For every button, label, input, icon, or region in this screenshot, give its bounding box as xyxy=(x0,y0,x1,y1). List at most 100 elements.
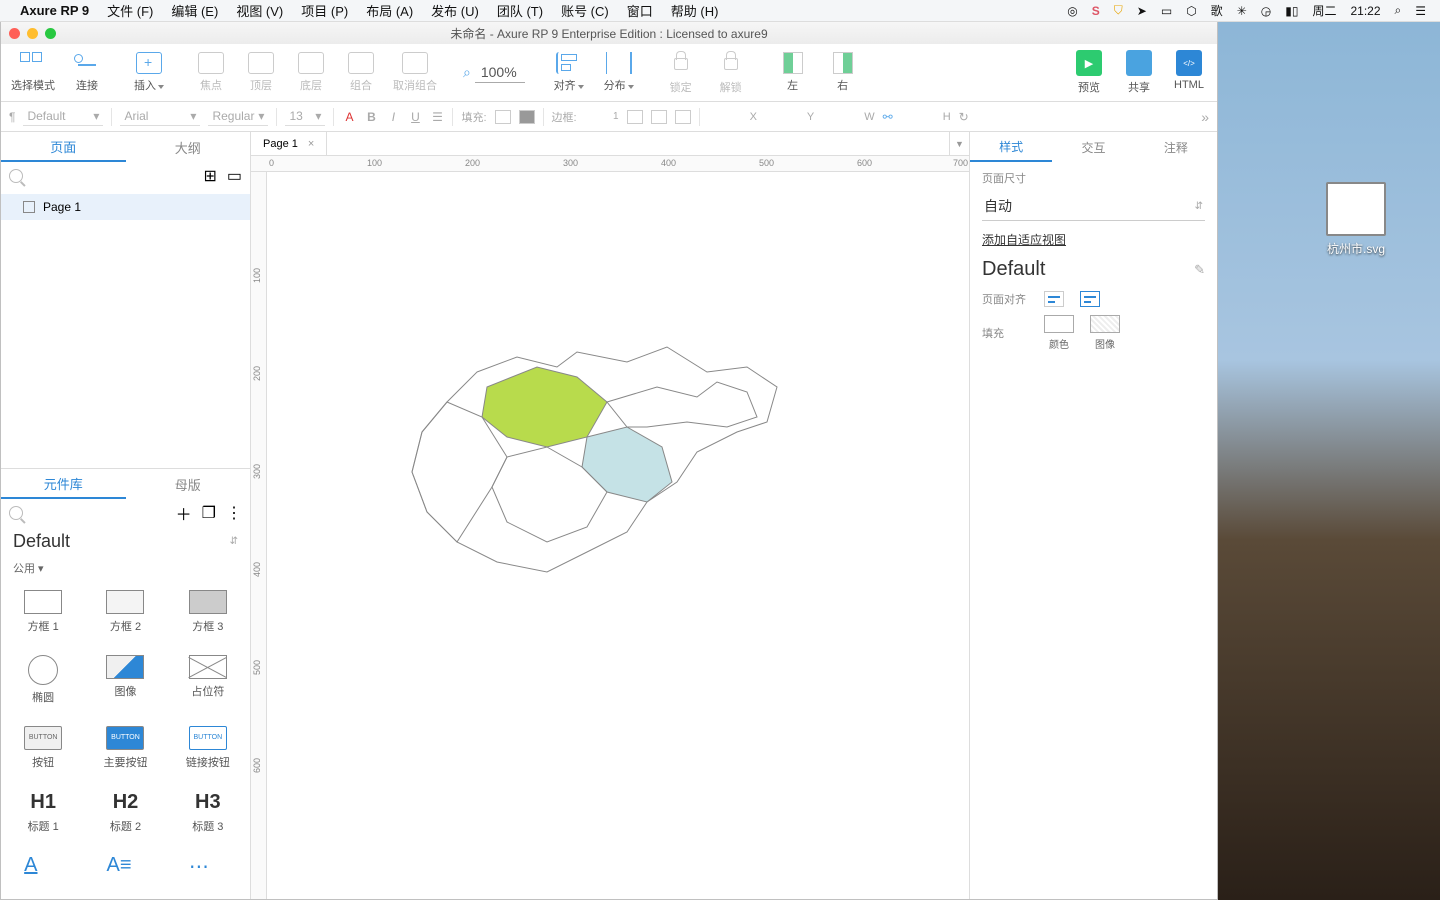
tab-interactions[interactable]: 交互 xyxy=(1052,132,1134,162)
text-color-icon[interactable]: A xyxy=(342,110,356,124)
lib-item-text3[interactable]: ⋯ xyxy=(170,850,246,893)
lib-item-image[interactable]: 图像 xyxy=(87,651,163,716)
list-icon[interactable]: ☰ xyxy=(430,110,444,124)
border-style1-icon[interactable] xyxy=(627,110,643,124)
align-right-button[interactable]: 右 xyxy=(825,52,861,93)
clock-time[interactable]: 21:22 xyxy=(1350,4,1380,18)
lib-item-box1[interactable]: 方框 1 xyxy=(5,586,81,645)
border-style2-icon[interactable] xyxy=(651,110,667,124)
menu-icon[interactable]: ☰ xyxy=(1415,4,1426,18)
clock-day[interactable]: 周二 xyxy=(1312,2,1336,19)
menu-help[interactable]: 帮助 (H) xyxy=(671,1,719,20)
fill-none-icon[interactable] xyxy=(495,110,511,124)
lib-category[interactable]: 公用 ▾ xyxy=(1,556,250,580)
fill-image-swatch[interactable] xyxy=(1090,315,1120,333)
align-button[interactable]: 对齐 xyxy=(551,52,587,93)
menu-view[interactable]: 视图 (V) xyxy=(236,1,283,20)
map-svg-shape[interactable] xyxy=(397,332,787,592)
lib-item-text2[interactable]: A≡ xyxy=(87,850,163,893)
add-lib-icon[interactable]: ＋ xyxy=(176,501,192,525)
tab-master[interactable]: 母版 xyxy=(126,469,251,499)
battery-icon[interactable]: ▮▯ xyxy=(1285,4,1298,18)
italic-icon[interactable]: I xyxy=(386,110,400,124)
lib-item-box3[interactable]: 方框 3 xyxy=(170,586,246,645)
paragraph-icon[interactable]: ¶ xyxy=(9,110,15,124)
fill-color-icon[interactable] xyxy=(519,110,535,124)
align-center-option[interactable] xyxy=(1080,291,1100,307)
lib-item-button[interactable]: BUTTON按钮 xyxy=(5,722,81,781)
tab-notes[interactable]: 注释 xyxy=(1135,132,1217,162)
search-icon[interactable] xyxy=(9,169,23,183)
connect-button[interactable]: 连接 xyxy=(69,52,105,93)
dup-lib-icon[interactable]: ❐ xyxy=(202,503,216,523)
shield-icon[interactable]: ◎ xyxy=(1067,4,1077,18)
menu-window[interactable]: 窗口 xyxy=(627,1,653,20)
align-left-option[interactable] xyxy=(1044,291,1064,307)
window-titlebar[interactable]: 未命名 - Axure RP 9 Enterprise Edition : Li… xyxy=(1,22,1217,44)
lib-item-h2[interactable]: H2标题 2 xyxy=(87,787,163,845)
menu-project[interactable]: 项目 (P) xyxy=(301,1,348,20)
fill-color-swatch[interactable] xyxy=(1044,315,1074,333)
s-icon[interactable]: S xyxy=(1092,4,1100,18)
lib-item-box2[interactable]: 方框 2 xyxy=(87,586,163,645)
html-button[interactable]: </>HTML xyxy=(1171,50,1207,95)
edit-style-icon[interactable]: ✎ xyxy=(1194,262,1205,278)
menu-edit[interactable]: 编辑 (E) xyxy=(171,1,218,20)
underline-icon[interactable]: U xyxy=(408,110,422,124)
page-size-select[interactable]: 自动⇵ xyxy=(982,192,1205,221)
tab-outline[interactable]: 大纲 xyxy=(126,132,251,162)
lib-item-ellipse[interactable]: 椭圆 xyxy=(5,651,81,716)
menu-file[interactable]: 文件 (F) xyxy=(107,1,153,20)
lib-menu-icon[interactable]: ⋮ xyxy=(226,503,242,523)
lib-item-h1[interactable]: H1标题 1 xyxy=(5,787,81,845)
link-wh-icon[interactable]: ⚯ xyxy=(883,110,893,124)
search-icon[interactable] xyxy=(9,506,23,520)
document-tab[interactable]: Page 1× xyxy=(251,132,327,155)
badge-icon[interactable]: ⛉ xyxy=(1114,3,1123,18)
canvas-page[interactable] xyxy=(267,172,969,899)
more-props-icon[interactable]: » xyxy=(1201,109,1209,125)
font-select[interactable]: Arial▾ xyxy=(120,107,200,126)
insert-button[interactable]: 插入 xyxy=(131,52,167,93)
spotlight-icon[interactable]: ⌕ xyxy=(1395,3,1402,18)
add-page-icon[interactable]: ⊞ xyxy=(203,166,216,186)
lib-item-primary-button[interactable]: BUTTON主要按钮 xyxy=(87,722,163,781)
share-button[interactable]: 共享 xyxy=(1121,50,1157,95)
tabs-dropdown-icon[interactable]: ▼ xyxy=(949,132,969,155)
vertical-ruler[interactable]: 100 200 300 400 500 600 xyxy=(251,172,267,899)
select-mode-button[interactable]: 选择模式 xyxy=(11,52,55,93)
adaptive-link[interactable]: 添加自适应视图 xyxy=(982,231,1066,248)
lib-item-h3[interactable]: H3标题 3 xyxy=(170,787,246,845)
size-select[interactable]: 13▾ xyxy=(285,107,325,126)
app-name[interactable]: Axure RP 9 xyxy=(20,3,89,18)
menu-publish[interactable]: 发布 (U) xyxy=(431,1,479,20)
border-style3-icon[interactable] xyxy=(675,110,691,124)
ime-icon[interactable]: 歌 xyxy=(1211,2,1223,19)
tab-style[interactable]: 样式 xyxy=(970,132,1052,162)
lib-item-link-button[interactable]: BUTTON链接按钮 xyxy=(170,722,246,781)
zoom-control[interactable]: ⌕ 100% xyxy=(463,62,525,83)
wifi-icon[interactable]: ◶ xyxy=(1261,4,1271,18)
tab-pages[interactable]: 页面 xyxy=(1,132,126,162)
rotate-icon[interactable]: ↻ xyxy=(959,110,969,124)
folder-icon[interactable]: ▭ xyxy=(227,166,242,186)
preview-button[interactable]: ▶预览 xyxy=(1071,50,1107,95)
hex-icon[interactable]: ⬡ xyxy=(1186,4,1196,18)
align-left-button[interactable]: 左 xyxy=(775,52,811,93)
tab-library[interactable]: 元件库 xyxy=(1,469,126,499)
menu-team[interactable]: 团队 (T) xyxy=(497,1,543,20)
close-tab-icon[interactable]: × xyxy=(308,138,314,150)
bluetooth-icon[interactable]: ✳ xyxy=(1237,4,1247,18)
weight-select[interactable]: Regular▾ xyxy=(208,107,268,126)
page-item[interactable]: Page 1 xyxy=(1,194,250,220)
lib-item-placeholder[interactable]: 占位符 xyxy=(170,651,246,716)
display-icon[interactable]: ▭ xyxy=(1161,4,1172,18)
border-width-input[interactable]: 1 xyxy=(585,111,619,122)
desktop-file[interactable]: 杭州市.svg xyxy=(1326,182,1386,257)
send-icon[interactable]: ➤ xyxy=(1137,4,1147,18)
menu-layout[interactable]: 布局 (A) xyxy=(366,1,413,20)
lib-item-text1[interactable]: A xyxy=(5,850,81,893)
style-select[interactable]: Default▾ xyxy=(23,107,103,126)
horizontal-ruler[interactable]: 0 100 200 300 400 500 600 700 xyxy=(251,156,969,172)
library-select[interactable]: Default⇵ xyxy=(1,527,250,556)
